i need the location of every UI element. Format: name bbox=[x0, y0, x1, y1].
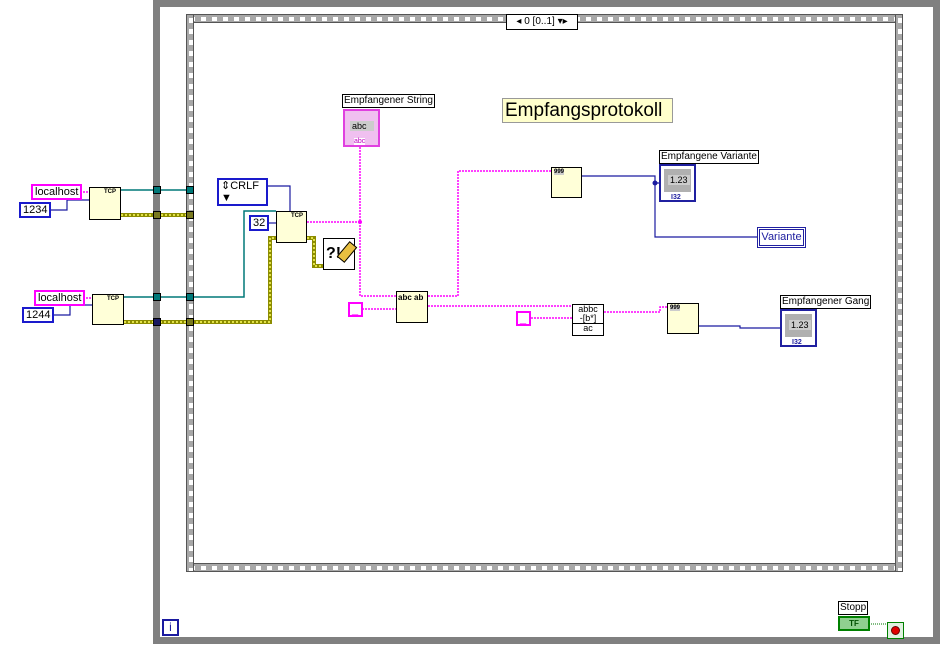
mode-constant[interactable]: ⇕CRLF ▼ bbox=[217, 178, 268, 206]
port-constant-1[interactable]: 1234 bbox=[19, 202, 52, 218]
string-indicator-label: Empfangener String bbox=[342, 94, 435, 108]
stop-control[interactable]: TF bbox=[838, 616, 870, 631]
gang-indicator-label: Empfangener Gang bbox=[780, 295, 872, 309]
port-wire-1 bbox=[49, 199, 89, 211]
tunnel bbox=[153, 186, 161, 194]
tunnel bbox=[186, 318, 194, 326]
tcp-read-node[interactable]: TCP bbox=[276, 211, 307, 243]
string-wire-scan1 bbox=[428, 170, 551, 297]
variante-indicator-label: Empfangene Variante bbox=[659, 150, 759, 164]
error-wire-3 bbox=[307, 236, 323, 268]
error-handler-node[interactable]: ?! bbox=[323, 238, 358, 270]
crlf-wire bbox=[267, 185, 291, 211]
tunnel bbox=[153, 211, 161, 219]
variante-local-variable[interactable]: Variante bbox=[757, 227, 806, 248]
tcp-open-node-2[interactable]: TCP bbox=[92, 294, 124, 325]
stop-label: Stopp bbox=[838, 601, 869, 615]
dropdown-icon[interactable]: ▼ bbox=[221, 192, 232, 204]
match-pattern-node[interactable]: abc ab bbox=[396, 291, 428, 323]
gang-wire bbox=[699, 325, 780, 329]
host-constant-1[interactable]: localhost bbox=[31, 184, 83, 200]
string-indicator[interactable]: abc abc bbox=[343, 109, 380, 147]
empty-string-constant-2[interactable]: _ bbox=[516, 311, 531, 326]
stop-condition-terminal[interactable] bbox=[887, 622, 904, 639]
stop-icon bbox=[891, 626, 900, 635]
string-wire-indicator bbox=[359, 147, 396, 297]
ring-arrows-icon: ⇕ bbox=[221, 180, 231, 192]
scan-from-string-node-1[interactable]: 999 bbox=[551, 167, 582, 198]
gang-indicator[interactable]: 1.23 I32 bbox=[780, 309, 817, 347]
variante-indicator[interactable]: 1.23 I32 bbox=[659, 164, 696, 202]
empty-string-constant-1[interactable]: _ bbox=[348, 302, 363, 317]
tunnel bbox=[186, 186, 194, 194]
tcp-open-node-1[interactable]: TCP bbox=[89, 187, 121, 220]
string-type: abc bbox=[354, 138, 366, 145]
comment-label: Empfangsprotokoll bbox=[502, 98, 673, 123]
port-wire-2 bbox=[52, 304, 92, 316]
search-replace-node[interactable]: abbc -[b*] ac bbox=[572, 304, 604, 336]
tunnel bbox=[186, 211, 194, 219]
scan-from-string-node-2[interactable]: 999 bbox=[667, 303, 699, 334]
iteration-terminal: i bbox=[162, 619, 179, 636]
string-value: abc bbox=[350, 121, 374, 131]
string-wire-scan2 bbox=[604, 306, 667, 313]
tunnel bbox=[153, 318, 161, 326]
bytes-constant[interactable]: 32 bbox=[249, 215, 270, 231]
tunnel bbox=[153, 293, 161, 301]
port-constant-2[interactable]: 1244 bbox=[22, 307, 55, 323]
tunnel bbox=[186, 293, 194, 301]
host-constant-2[interactable]: localhost bbox=[34, 290, 86, 306]
error-wire-2 bbox=[124, 236, 276, 324]
